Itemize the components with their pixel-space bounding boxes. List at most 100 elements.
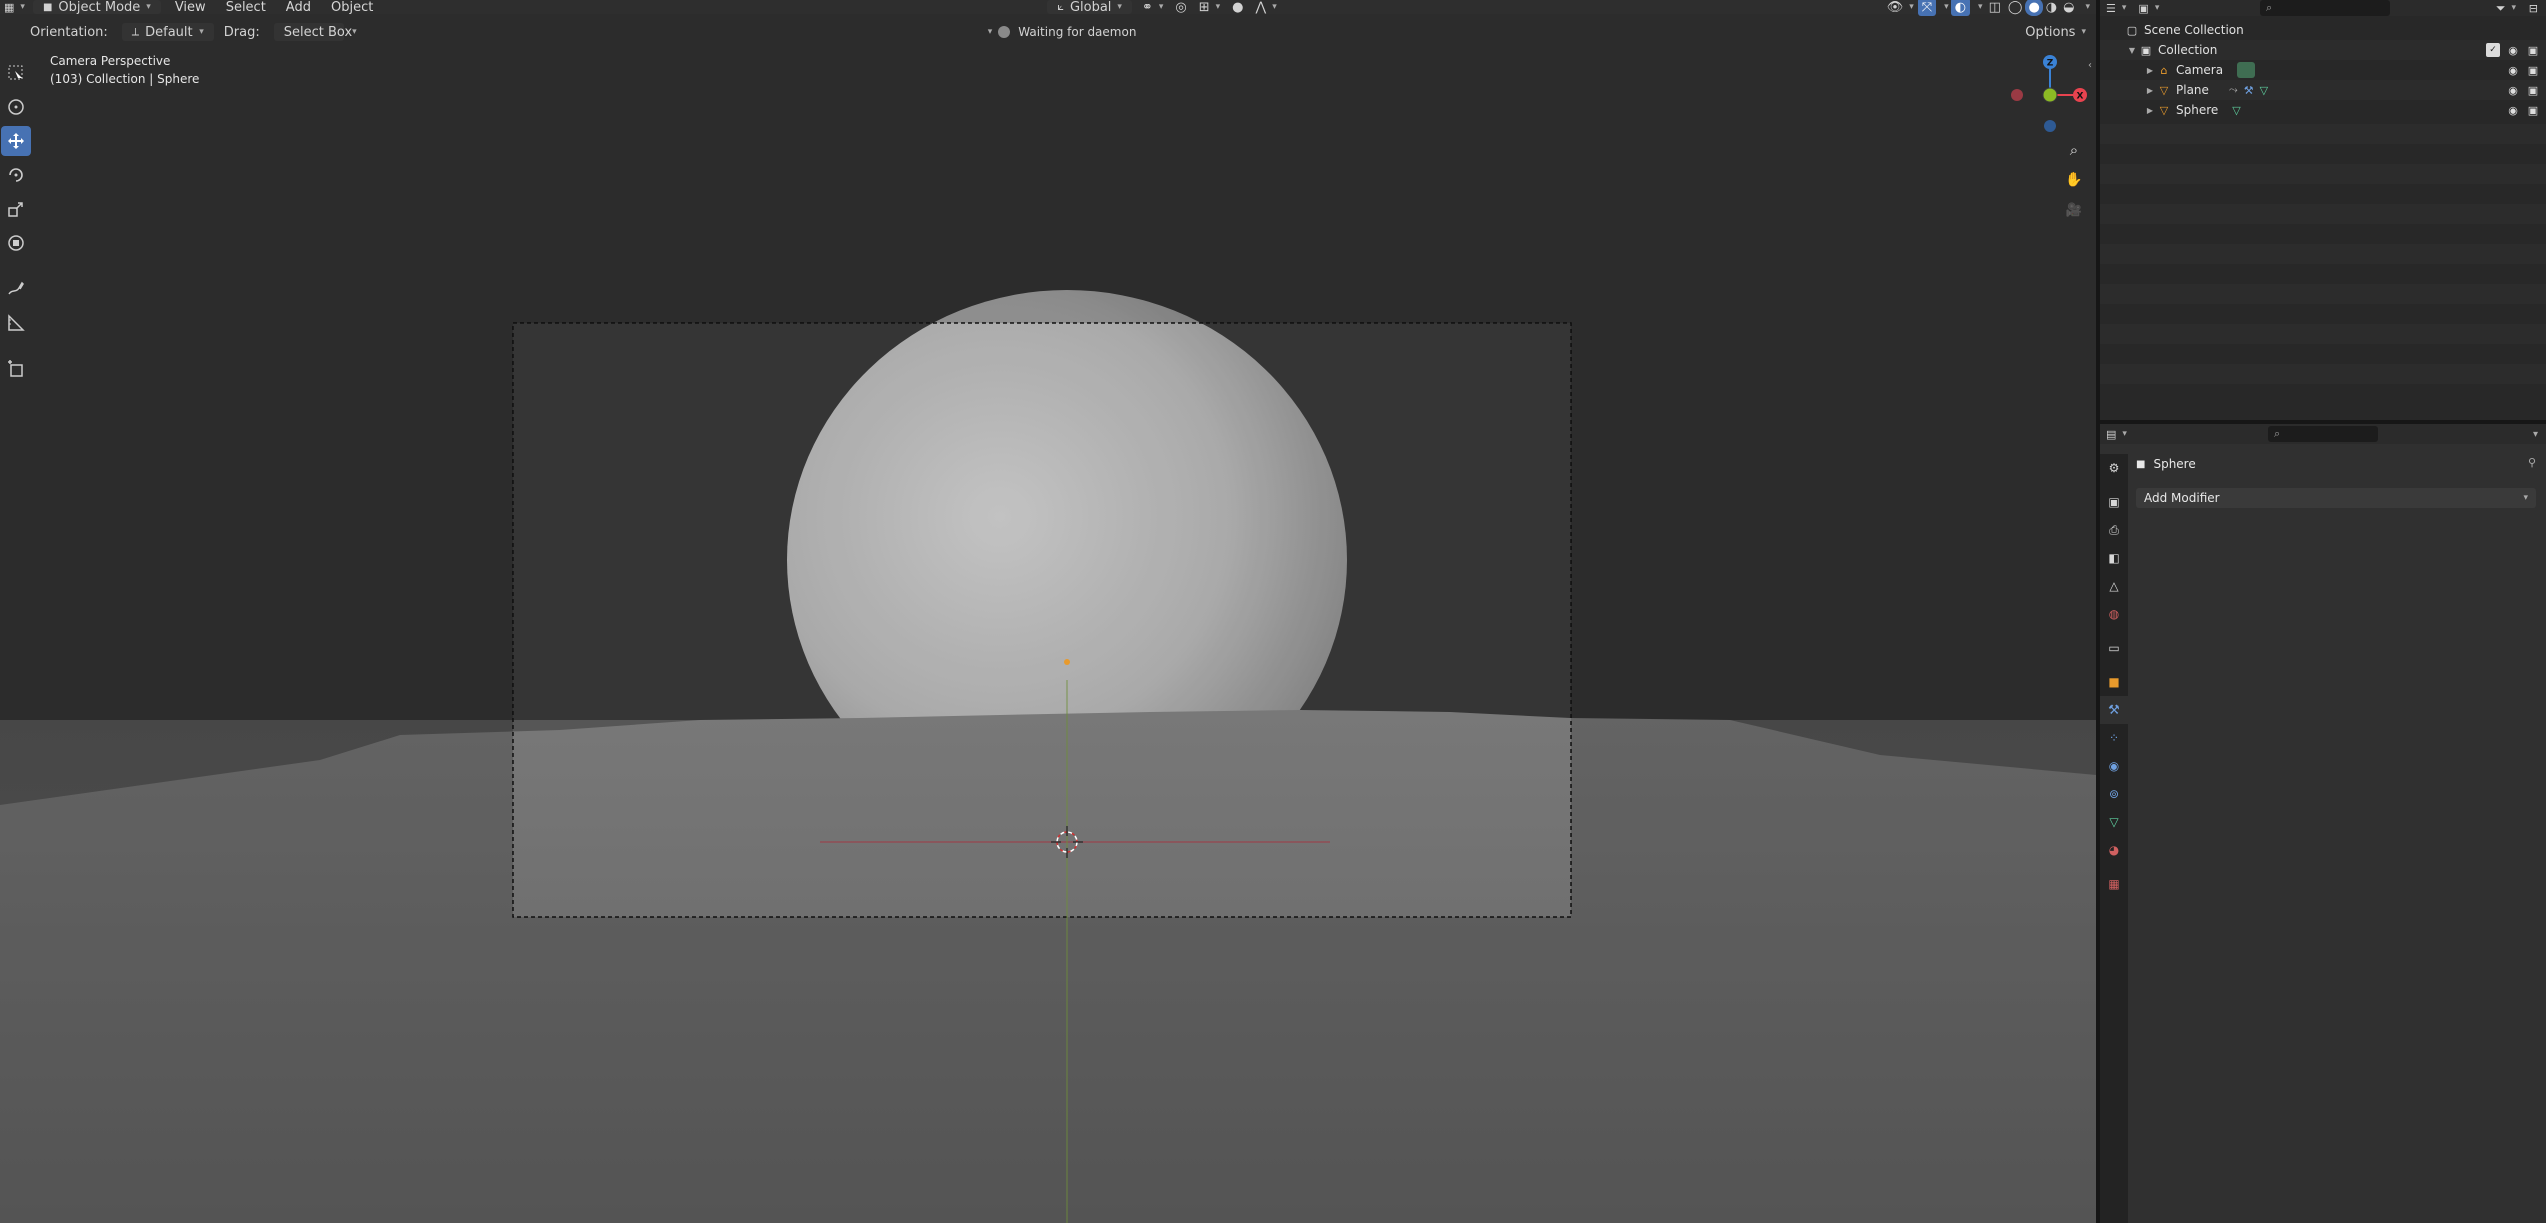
material-tab[interactable]: ◕ — [2100, 836, 2128, 864]
overlay-menu-button[interactable]: ▾ — [1970, 0, 1985, 16]
measure-tool[interactable] — [1, 308, 31, 338]
eye-icon[interactable]: ◉ — [2506, 83, 2520, 97]
menu-select[interactable]: Select — [216, 0, 276, 15]
gizmo-menu-button[interactable]: ▾ — [1936, 0, 1951, 16]
editor-type-icon: ▦ — [4, 0, 15, 14]
expand-arrow-icon[interactable]: ▶ — [2144, 66, 2156, 75]
menu-add[interactable]: Add — [276, 0, 321, 15]
zoom-button[interactable]: ⌕ — [2062, 138, 2086, 162]
expand-arrow-icon[interactable]: ▶ — [2144, 86, 2156, 95]
particles-icon: ⁘ — [2108, 731, 2120, 745]
object-tab[interactable]: ■ — [2100, 668, 2128, 696]
move-tool[interactable] — [1, 126, 31, 156]
eye-icon[interactable]: ◉ — [2506, 43, 2520, 57]
overlay-toggle-button[interactable]: ◐ — [1950, 0, 1971, 16]
render-camera-icon[interactable]: ▣ — [2526, 83, 2540, 97]
data-tab[interactable]: ▽ — [2100, 808, 2128, 836]
output-tab[interactable]: ⎙ — [2100, 516, 2128, 544]
gizmo-neg-x-axis — [2011, 89, 2023, 101]
visibility-button[interactable]: 👁 ▾ — [1883, 0, 1918, 16]
snap-button[interactable]: ◎ — [1169, 0, 1192, 16]
annotate-icon — [8, 281, 24, 295]
outliner-collection[interactable]: ▼ ▣ Collection ✓ ◉ ▣ — [2100, 40, 2546, 60]
new-collection-icon[interactable]: ⊟ — [2529, 2, 2538, 15]
add-cube-tool[interactable] — [1, 354, 31, 384]
shading-menu-button[interactable]: ▾ — [2077, 0, 2096, 16]
drag-dropdown[interactable]: Select Box ▾ — [273, 23, 357, 41]
gizmo-toggle-button[interactable]: ⤧ — [1917, 0, 1937, 16]
outliner-editor-type-button[interactable]: ☰ ▾ — [2100, 0, 2132, 17]
world-tab[interactable]: ◍ — [2100, 600, 2128, 628]
expand-arrow-icon[interactable]: ▼ — [2126, 46, 2138, 55]
particles-tab[interactable]: ⁘ — [2100, 724, 2128, 752]
physics-tab[interactable]: ◉ — [2100, 752, 2128, 780]
search-icon: ⌕ — [2274, 427, 2281, 440]
exclude-checkbox[interactable]: ✓ — [2486, 43, 2500, 57]
shading-rendered-button[interactable]: ◒ — [2060, 0, 2077, 16]
display-mode-button[interactable]: ▣ ▾ — [2132, 0, 2165, 17]
filter-button[interactable]: ⏷ ▾ — [2496, 0, 2516, 17]
add-modifier-dropdown[interactable]: Add Modifier ▾ — [2136, 488, 2536, 508]
modifier-tab[interactable]: ⚒ — [2100, 696, 2128, 724]
pivot-point-button[interactable]: ⚭ ▾ — [1136, 0, 1169, 16]
editor-type-button[interactable]: ▦ ▾ — [0, 0, 29, 16]
shading-material-button[interactable]: ◑ — [2043, 0, 2060, 16]
scale-icon — [8, 202, 23, 217]
eye-icon[interactable]: ◉ — [2506, 63, 2520, 77]
transform-orientation-dropdown[interactable]: ⟀ Global ▾ — [1047, 0, 1132, 15]
render-camera-icon[interactable]: ▣ — [2526, 63, 2540, 77]
search-icon: ⌕ — [2266, 1, 2273, 14]
render-tab[interactable]: ▣ — [2100, 488, 2128, 516]
output-icon: ⎙ — [2109, 522, 2119, 537]
scene-render[interactable] — [0, 0, 2096, 1223]
options-button[interactable]: Options ▾ — [2015, 23, 2096, 41]
constraints-icon: ⊚ — [2108, 787, 2120, 801]
proportional-edit-button[interactable]: ● — [1226, 0, 1249, 16]
texture-tab[interactable]: ▦ — [2100, 870, 2128, 898]
rotate-icon — [9, 168, 23, 182]
cursor-tool[interactable] — [1, 92, 31, 122]
zoom-icon: ⌕ — [2069, 141, 2079, 159]
navigation-gizmo[interactable]: Z X — [2000, 52, 2090, 142]
render-camera-icon[interactable]: ▣ — [2526, 43, 2540, 57]
expand-arrow-icon[interactable]: ▶ — [2144, 106, 2156, 115]
snap-target-button[interactable]: ⊞ ▾ — [1193, 0, 1226, 16]
collapse-sidebar-button[interactable]: ‹ — [2088, 60, 2092, 71]
pin-icon[interactable]: ⚲ — [2528, 456, 2536, 469]
outliner-object-camera[interactable]: ▶ ⌂ Camera ◉ ▣ — [2100, 60, 2546, 80]
properties-header: ▤ ▾ ⌕ ▾ — [2100, 424, 2546, 444]
scene-tab[interactable]: △ — [2100, 572, 2128, 600]
menu-view[interactable]: View — [165, 0, 216, 15]
3d-viewport[interactable]: ▦ ▾ ■ Object Mode ▾ View Select Add Object… — [0, 0, 2096, 1223]
view-layer-tab[interactable]: ◧ — [2100, 544, 2128, 572]
rotate-tool[interactable] — [1, 160, 31, 190]
outliner-object-sphere[interactable]: ▶ ▽ Sphere ▽ ◉ ▣ — [2100, 100, 2546, 120]
camera-frame — [512, 322, 1572, 918]
properties-search-input[interactable]: ⌕ — [2268, 426, 2378, 442]
orientation-dropdown[interactable]: ⟂ Default ▾ — [121, 23, 214, 41]
eye-icon[interactable]: ◉ — [2506, 103, 2520, 117]
collection-tab[interactable]: ▭ — [2100, 634, 2128, 662]
select-box-tool[interactable] — [1, 58, 31, 88]
menu-object[interactable]: Object — [321, 0, 383, 15]
shading-wireframe-button[interactable]: ◯ — [2005, 0, 2026, 16]
properties-editor-type-button[interactable]: ▤ ▾ — [2100, 425, 2133, 443]
mode-dropdown[interactable]: ■ Object Mode ▾ — [32, 0, 161, 15]
annotate-tool[interactable] — [1, 274, 31, 304]
outliner-object-plane[interactable]: ▶ ▽ Plane ⤳ ⚒ ▽ ◉ ▣ — [2100, 80, 2546, 100]
add-modifier-label: Add Modifier — [2144, 491, 2220, 505]
shading-solid-button[interactable]: ● — [2025, 0, 2043, 16]
render-camera-icon[interactable]: ▣ — [2526, 103, 2540, 117]
falloff-button[interactable]: ⋀ ▾ — [1250, 0, 1283, 16]
view-layer-icon: ◧ — [2108, 551, 2120, 565]
chevron-down-icon[interactable]: ▾ — [2533, 429, 2538, 440]
constraints-tab[interactable]: ⊚ — [2100, 780, 2128, 808]
outliner-search-input[interactable]: ⌕ — [2260, 0, 2390, 16]
outliner-scene-collection[interactable]: ▢ Scene Collection — [2100, 20, 2546, 40]
camera-view-button[interactable]: 🎥 — [2062, 198, 2086, 222]
pan-button[interactable]: ✋ — [2062, 168, 2086, 192]
xray-button[interactable]: ◫ — [1985, 0, 2005, 16]
transform-tool[interactable] — [1, 228, 31, 258]
tool-tab[interactable]: ⚙ — [2100, 454, 2128, 482]
scale-tool[interactable] — [1, 194, 31, 224]
